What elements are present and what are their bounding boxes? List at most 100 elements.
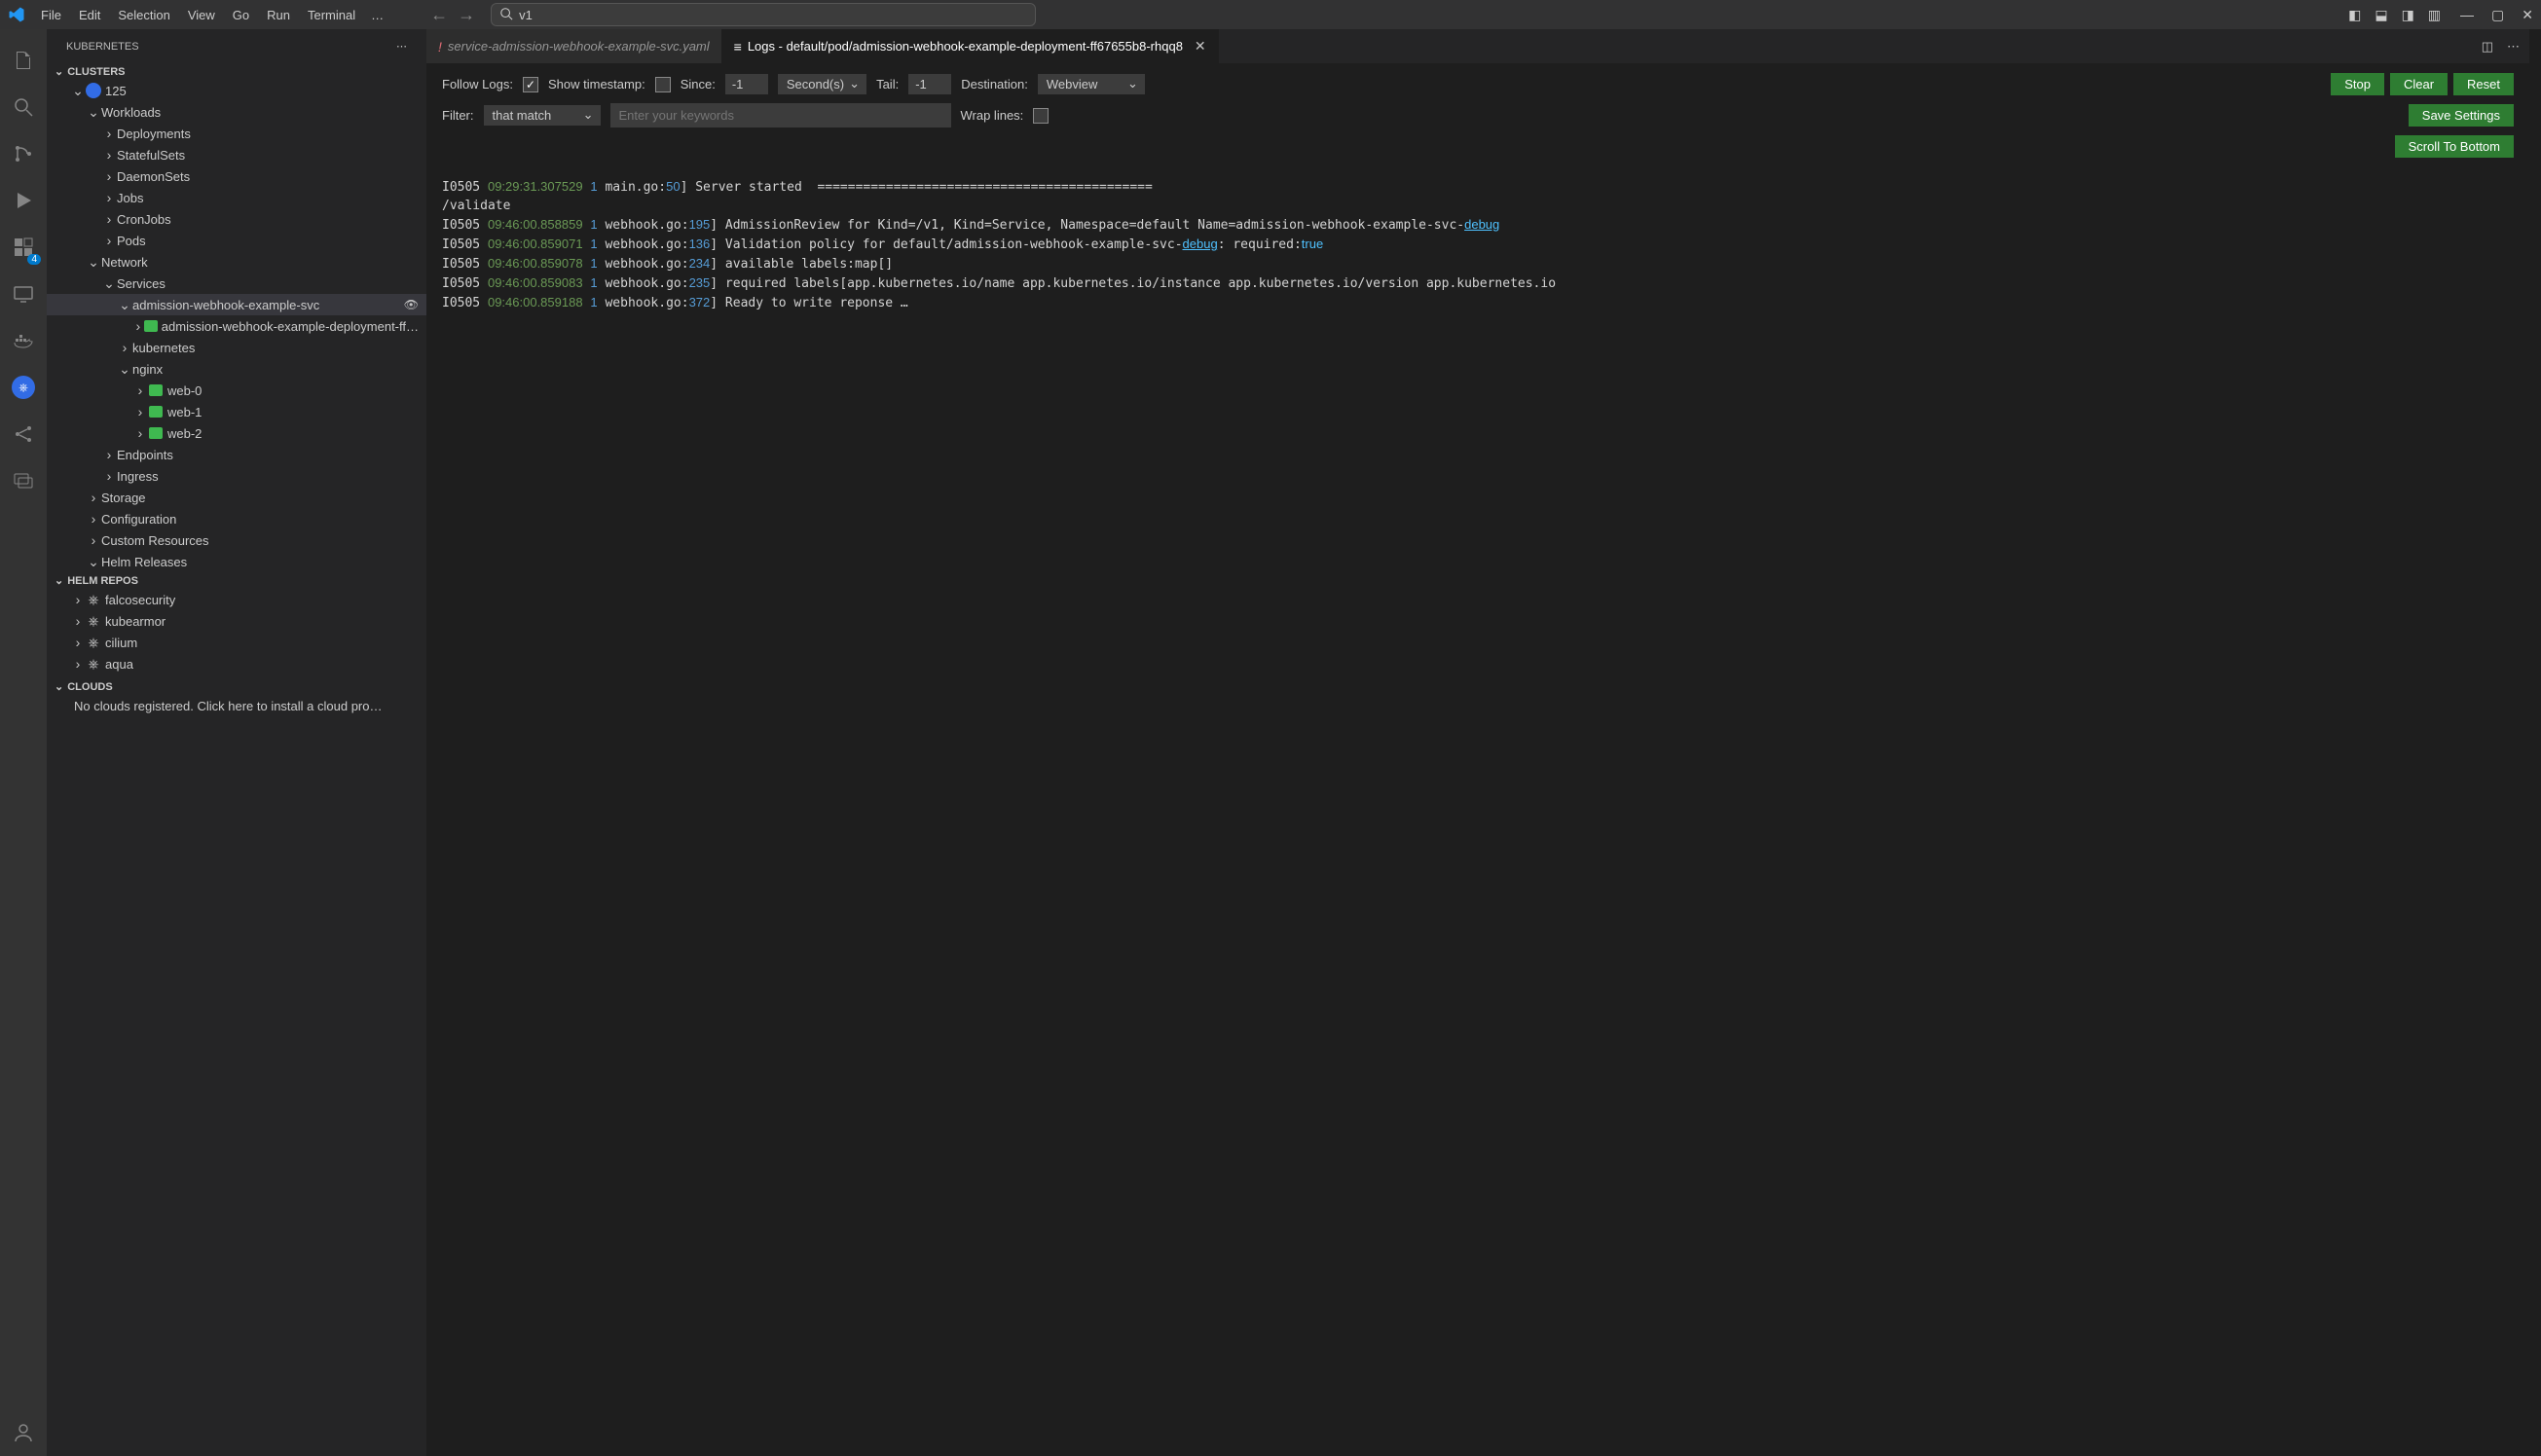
tab-yaml[interactable]: ! service-admission-webhook-example-svc.… (426, 29, 722, 63)
chevron-right-icon: › (101, 211, 117, 227)
service-kubernetes[interactable]: ›kubernetes (47, 337, 426, 358)
save-settings-button[interactable]: Save Settings (2409, 104, 2514, 127)
ingress-node[interactable]: ›Ingress (47, 465, 426, 487)
more-actions-icon[interactable]: ⋯ (2507, 39, 2520, 55)
services-node[interactable]: ⌄Services (47, 273, 426, 294)
sidebar-more-icon[interactable]: ⋯ (396, 41, 407, 53)
nav-back-icon[interactable]: ← (430, 5, 448, 25)
helm-repo-falcosecurity[interactable]: ›⎈falcosecurity (47, 589, 426, 610)
menu-go[interactable]: Go (225, 4, 257, 26)
split-editor-icon[interactable]: ◫ (2482, 39, 2493, 55)
configuration-node[interactable]: ›Configuration (47, 508, 426, 529)
extensions-badge: 4 (27, 254, 41, 265)
maximize-icon[interactable]: ▢ (2491, 7, 2504, 23)
since-unit-select[interactable]: Second(s) (778, 74, 866, 94)
section-helm-repos[interactable]: ⌄HELM REPOS (47, 572, 426, 589)
pod-web-1[interactable]: ›web-1 (47, 401, 426, 422)
filter-mode-select[interactable]: that match (484, 105, 601, 126)
pod-web-2[interactable]: ›web-2 (47, 422, 426, 444)
chevron-right-icon: › (132, 404, 148, 419)
section-clouds[interactable]: ⌄CLOUDS (47, 678, 426, 695)
tail-input[interactable] (908, 74, 951, 94)
scroll-bottom-button[interactable]: Scroll To Bottom (2395, 135, 2514, 158)
show-timestamp-checkbox[interactable] (655, 77, 671, 92)
tree-item-statefulsets[interactable]: ›StatefulSets (47, 144, 426, 165)
tab-logs[interactable]: ≡ Logs - default/pod/admission-webhook-e… (722, 29, 1219, 63)
run-debug-icon[interactable] (0, 177, 47, 224)
nav-forward-icon[interactable]: → (458, 5, 475, 25)
sidebar-title: KUBERNETES (66, 41, 139, 53)
toggle-secondary-sidebar-icon[interactable]: ◨ (2402, 7, 2414, 23)
customize-layout-icon[interactable]: ▥ (2428, 7, 2441, 23)
menu-file[interactable]: File (33, 4, 69, 26)
endpoints-node[interactable]: ›Endpoints (47, 444, 426, 465)
storage-node[interactable]: ›Storage (47, 487, 426, 508)
tree-item-jobs[interactable]: ›Jobs (47, 187, 426, 208)
tree-item-deployments[interactable]: ›Deployments (47, 123, 426, 144)
network-node[interactable]: ⌄Network (47, 251, 426, 273)
chevron-down-icon: ⌄ (55, 574, 63, 587)
activity-bar: 4 ⎈ (0, 29, 47, 1456)
pod-web-0[interactable]: ›web-0 (47, 380, 426, 401)
tree-item-pods[interactable]: ›Pods (47, 230, 426, 251)
custom-resources-node[interactable]: ›Custom Resources (47, 529, 426, 551)
toggle-primary-sidebar-icon[interactable]: ◧ (2348, 7, 2361, 23)
search-activity-icon[interactable] (0, 84, 47, 130)
remote-explorer-icon[interactable] (0, 271, 47, 317)
helm-repo-kubearmor[interactable]: ›⎈kubearmor (47, 610, 426, 632)
menu-edit[interactable]: Edit (71, 4, 108, 26)
cluster-node[interactable]: ⌄125 (47, 80, 426, 101)
since-input[interactable] (725, 74, 768, 94)
service-nginx[interactable]: ⌄nginx (47, 358, 426, 380)
close-window-icon[interactable]: ✕ (2522, 7, 2533, 23)
eye-icon[interactable]: 👁 (404, 298, 419, 311)
destination-select[interactable]: Webview (1038, 74, 1145, 94)
tree-item-daemonsets[interactable]: ›DaemonSets (47, 165, 426, 187)
menu-terminal[interactable]: Terminal (300, 4, 363, 26)
menu-view[interactable]: View (180, 4, 223, 26)
minimize-icon[interactable]: — (2460, 7, 2474, 23)
chevron-right-icon: › (86, 511, 101, 527)
accounts-icon[interactable] (0, 1409, 47, 1456)
extensions-icon[interactable]: 4 (0, 224, 47, 271)
sidebar-header: KUBERNETES ⋯ (47, 29, 426, 63)
stop-button[interactable]: Stop (2331, 73, 2384, 95)
kubernetes-icon[interactable]: ⎈ (0, 364, 47, 411)
workloads-node[interactable]: ⌄Workloads (47, 101, 426, 123)
command-center[interactable]: v1 (491, 3, 1036, 26)
nav-arrows: ← → (430, 5, 475, 25)
menu-run[interactable]: Run (259, 4, 298, 26)
tail-label: Tail: (876, 77, 899, 91)
reset-button[interactable]: Reset (2453, 73, 2514, 95)
tab-bar: ! service-admission-webhook-example-svc.… (426, 29, 2529, 63)
since-label: Since: (681, 77, 716, 91)
helm-releases-node[interactable]: ⌄Helm Releases (47, 551, 426, 572)
share-icon[interactable] (0, 411, 47, 457)
service-admission-webhook[interactable]: ⌄admission-webhook-example-svc👁 (47, 294, 426, 315)
chevron-right-icon: › (70, 613, 86, 629)
menu-selection[interactable]: Selection (110, 4, 177, 26)
section-clusters[interactable]: ⌄CLUSTERS (47, 63, 426, 80)
clouds-message[interactable]: No clouds registered. Click here to inst… (47, 695, 426, 717)
follow-logs-checkbox[interactable] (523, 77, 538, 92)
deployment-pod[interactable]: ›admission-webhook-example-deployment-ff… (47, 315, 426, 337)
wrap-lines-checkbox[interactable] (1033, 108, 1049, 124)
clear-button[interactable]: Clear (2390, 73, 2448, 95)
close-tab-icon[interactable]: ✕ (1195, 38, 1206, 55)
chevron-down-icon: ⌄ (70, 83, 86, 99)
helm-repo-cilium[interactable]: ›⎈cilium (47, 632, 426, 653)
tree-item-cronjobs[interactable]: ›CronJobs (47, 208, 426, 230)
explorer-icon[interactable] (0, 37, 47, 84)
log-output[interactable]: I0505 09:29:31.307529 1 main.go:50] Serv… (426, 165, 2529, 1456)
toggle-panel-icon[interactable]: ⬓ (2375, 7, 2387, 23)
docker-icon[interactable] (0, 317, 47, 364)
comments-icon[interactable] (0, 457, 47, 504)
chevron-down-icon: ⌄ (117, 361, 132, 378)
cluster-icon (86, 83, 101, 98)
source-control-icon[interactable] (0, 130, 47, 177)
chevron-right-icon: › (101, 468, 117, 484)
menu-overflow[interactable]: … (363, 4, 391, 26)
chevron-right-icon: › (86, 490, 101, 505)
helm-repo-aqua[interactable]: ›⎈aqua (47, 653, 426, 674)
keywords-input[interactable] (610, 103, 951, 127)
